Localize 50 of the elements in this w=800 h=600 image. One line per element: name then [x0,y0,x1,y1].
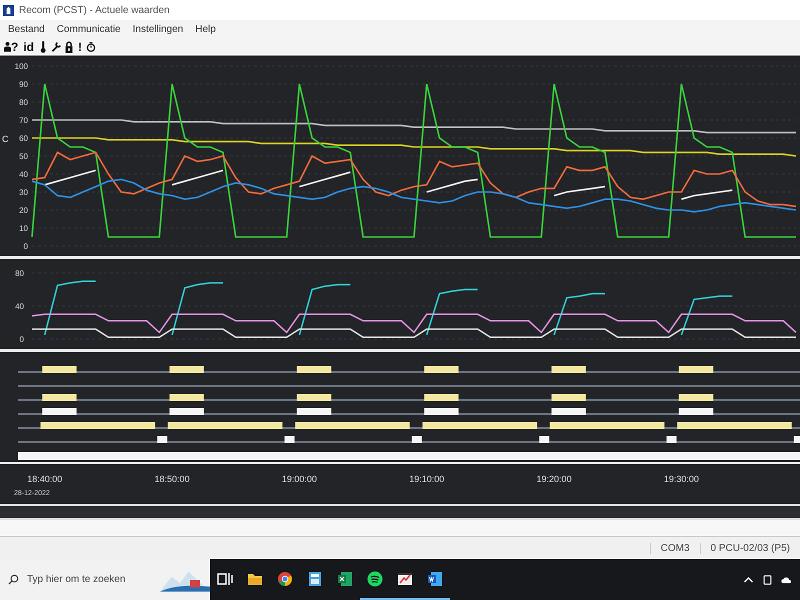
browser-icon [277,570,293,586]
window-title: Recom (PCST) - Actuele waarden [19,4,170,16]
menu-item[interactable]: Communicatie [50,24,127,34]
y-tick-label: 80 [19,98,28,107]
y-tick-label: 60 [19,134,28,143]
music-icon [367,570,383,586]
horizontal-scrollbar[interactable] [0,504,800,520]
y-tick-label: 50 [19,152,28,161]
search-field[interactable]: Typ hier om te zoeken [25,573,149,586]
y-tick-label: 90 [19,80,28,89]
time-label: 19:20:00 [536,474,572,484]
y-tick-label: 40 [15,302,24,311]
chart-window-icon [397,570,413,586]
search-icon [8,574,19,585]
menu-item[interactable]: Bestand [2,24,51,34]
user-help-button[interactable]: ? [3,40,20,54]
device-icon[interactable] [762,574,773,584]
y-tick-label: 20 [19,206,28,215]
y-tick-label: 40 [19,170,28,179]
unit-label: C [2,134,8,144]
y-tick-label: 70 [19,116,28,125]
time-label: 19:00:00 [282,474,317,484]
cloud-icon[interactable] [781,574,792,584]
y-tick-label: 0 [20,335,24,344]
person-icon [4,41,11,52]
status-cell: COM3 [650,542,700,554]
document-icon [427,570,443,586]
y-tick-label: 30 [19,188,28,197]
toolbar-button[interactable]: ! [77,40,84,54]
stopwatch-icon[interactable] [86,40,96,52]
y-tick-label: 0 [24,242,28,251]
chevron-up-icon[interactable] [743,574,754,584]
y-tick-label: 100 [14,62,28,71]
spreadsheet-icon [337,570,353,586]
menu-item[interactable]: Help [189,24,222,34]
time-label: 18:40:00 [27,474,62,484]
task-view-icon [217,570,233,586]
thermometer-icon[interactable] [38,40,48,52]
menu-item[interactable]: Instellingen [126,24,190,34]
lock-icon[interactable] [64,40,74,52]
app-icon [3,4,14,16]
toolbar-button[interactable]: id [22,40,36,54]
time-label: 19:30:00 [664,474,699,484]
time-label: 18:50:00 [154,474,190,484]
y-tick-label: 80 [15,269,24,278]
calculator-icon [307,570,323,586]
status-cell: 0 PCU-02/03 (P5) [700,542,800,554]
y-tick-label: 10 [19,224,28,233]
wrench-icon[interactable] [51,40,62,52]
time-label: 19:10:00 [409,474,444,484]
